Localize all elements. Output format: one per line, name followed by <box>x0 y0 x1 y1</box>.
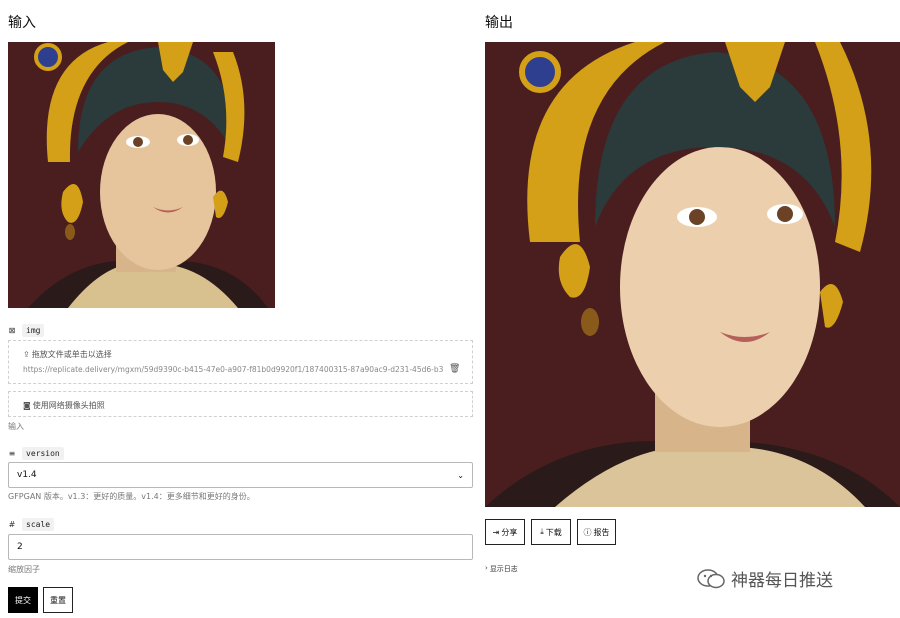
dropzone-text: 拖放文件或单击以选择 <box>31 350 112 359</box>
scale-input-value: 2 <box>17 542 23 552</box>
show-logs-label: 显示日志 <box>489 565 518 573</box>
show-logs-toggle[interactable]: › 显示日志 <box>485 564 518 574</box>
portrait-illustration <box>8 42 275 308</box>
input-image-preview <box>8 42 275 308</box>
info-icon: ⓘ <box>583 527 592 537</box>
download-button[interactable]: ⤓ 下载 <box>531 519 571 545</box>
img-field-label: ⊠ img <box>8 324 45 337</box>
chevron-right-icon: › <box>485 564 488 572</box>
wechat-icon <box>697 568 725 590</box>
webcam-prompt: ◙ 使用网络摄像头拍照 <box>23 400 105 411</box>
watermark-text: 神器每日推送 <box>731 571 833 591</box>
dropzone-prompt: ⇪ 拖放文件或单击以选择 <box>23 349 112 360</box>
selected-file-url: https://replicate.delivery/mgxm/59d9390c… <box>23 365 443 374</box>
version-selected-value: v1.4 <box>17 470 37 480</box>
report-button[interactable]: ⓘ 报告 <box>577 519 616 545</box>
version-field-label: ≡ version <box>8 447 64 460</box>
report-label: 报告 <box>593 527 610 537</box>
camera-icon: ◙ <box>23 401 31 410</box>
version-hint: GFPGAN 版本。v1.3：更好的质量。v1.4：更多细节和更好的身份。 <box>8 492 255 501</box>
output-section-title: 输出 <box>485 15 513 31</box>
portrait-output-illustration <box>485 42 900 507</box>
scale-input[interactable]: 2 <box>8 534 473 560</box>
scale-field-label: # scale <box>8 518 55 531</box>
list-icon: ≡ <box>8 449 16 458</box>
submit-button[interactable]: 提交 <box>8 587 38 613</box>
webcam-text: 使用网络摄像头拍照 <box>32 401 105 410</box>
download-icon: ⤓ <box>540 527 544 536</box>
img-dropzone[interactable]: ⇪ 拖放文件或单击以选择 https://replicate.delivery/… <box>8 340 473 384</box>
reset-button[interactable]: 重置 <box>43 587 73 613</box>
upload-icon: ⇪ <box>23 350 30 359</box>
share-icon: ⇥ <box>492 527 500 537</box>
share-label: 分享 <box>501 527 518 537</box>
img-hint: 输入 <box>8 422 24 431</box>
img-label-tag: img <box>22 324 45 337</box>
webcam-capture[interactable]: ◙ 使用网络摄像头拍照 <box>8 391 473 417</box>
hash-icon: # <box>8 520 16 529</box>
share-button[interactable]: ⇥ 分享 <box>485 519 525 545</box>
scale-label-tag: scale <box>22 518 55 531</box>
trash-icon[interactable]: 🗑 <box>449 364 460 374</box>
download-label: 下载 <box>545 527 562 537</box>
watermark: 神器每日推送 <box>697 566 833 591</box>
output-image <box>485 42 900 507</box>
version-select[interactable]: v1.4 ⌄ <box>8 462 473 488</box>
chevron-down-icon: ⌄ <box>457 470 464 480</box>
input-section-title: 输入 <box>8 15 36 31</box>
image-icon: ⊠ <box>8 326 16 335</box>
version-label-tag: version <box>22 447 64 460</box>
scale-hint: 缩放因子 <box>8 565 40 574</box>
